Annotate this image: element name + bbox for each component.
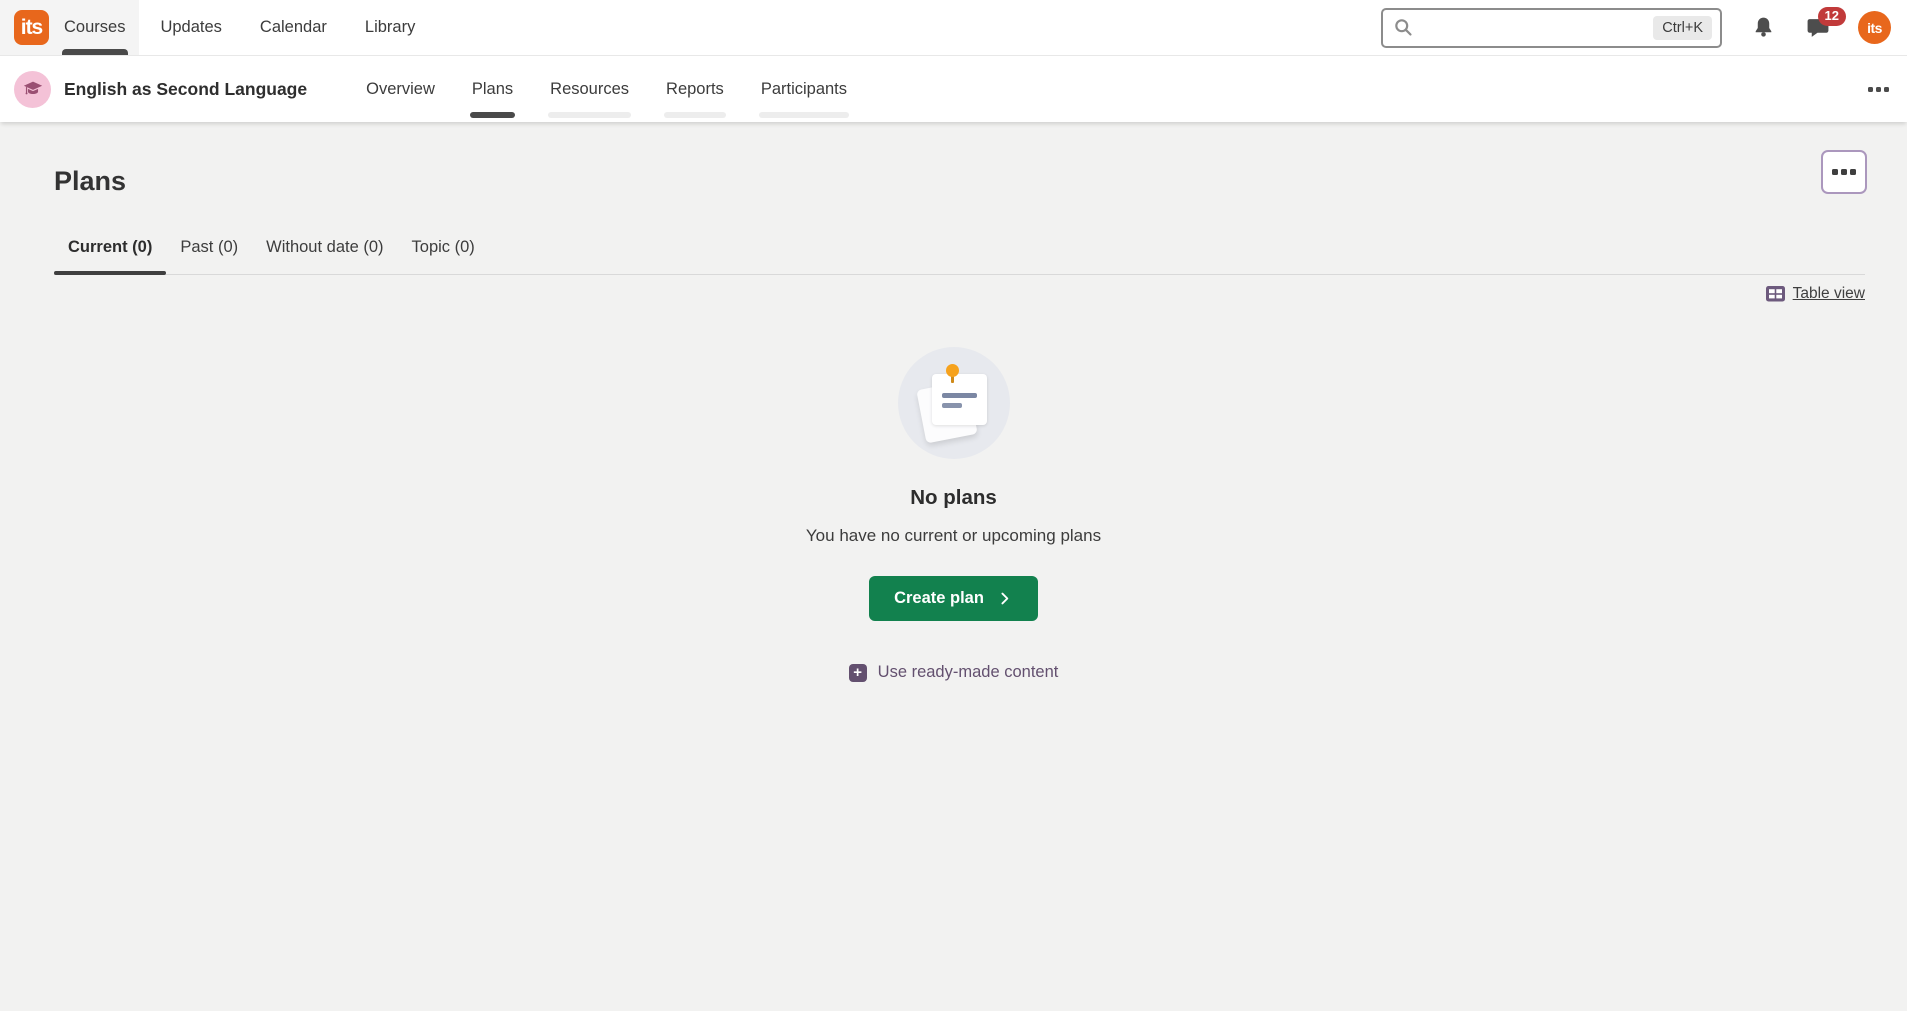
- graduation-cap-icon: [22, 78, 44, 100]
- tab-participants[interactable]: Participants: [759, 56, 849, 122]
- tab-plans-label: Plans: [472, 80, 513, 99]
- course-title: English as Second Language: [64, 79, 307, 100]
- tab-overview[interactable]: Overview: [364, 56, 437, 122]
- table-view-label: Table view: [1793, 285, 1865, 303]
- tab-participants-label: Participants: [761, 80, 847, 99]
- notifications-button[interactable]: [1751, 15, 1776, 40]
- course-header: English as Second Language Overview Plan…: [0, 55, 1907, 122]
- tab-current-label: Current (0): [68, 238, 152, 256]
- search-input[interactable]: [1422, 19, 1653, 37]
- create-plan-label: Create plan: [894, 589, 984, 608]
- tab-without-date-label: Without date (0): [266, 238, 383, 256]
- top-nav-calendar[interactable]: Calendar: [241, 0, 346, 55]
- page-title: Plans: [0, 122, 1907, 197]
- top-nav-library-label: Library: [365, 18, 415, 37]
- itslearning-logo[interactable]: its: [14, 10, 49, 45]
- tab-topic[interactable]: Topic (0): [398, 238, 489, 274]
- messages-button[interactable]: 12: [1805, 15, 1831, 40]
- user-avatar[interactable]: its: [1858, 11, 1891, 44]
- chevron-right-icon: [996, 590, 1013, 607]
- top-bar: its Courses Updates Calendar Library Ctr…: [0, 0, 1907, 55]
- logo-text: its: [21, 16, 43, 40]
- tab-current[interactable]: Current (0): [54, 238, 166, 274]
- empty-state-title: No plans: [910, 486, 997, 510]
- table-view-icon: [1766, 286, 1785, 302]
- messages-count-badge: 12: [1818, 7, 1846, 26]
- top-nav-calendar-label: Calendar: [260, 18, 327, 37]
- tab-overview-label: Overview: [366, 80, 435, 99]
- table-view-link[interactable]: Table view: [1766, 285, 1865, 303]
- search-icon: [1393, 17, 1414, 38]
- ellipsis-icon: [1868, 87, 1873, 92]
- tab-reports-label: Reports: [666, 80, 724, 99]
- ready-made-label: Use ready-made content: [878, 663, 1059, 682]
- top-nav-courses-label: Courses: [64, 18, 125, 37]
- tab-without-date[interactable]: Without date (0): [252, 238, 397, 274]
- top-nav-library[interactable]: Library: [346, 0, 434, 55]
- ellipsis-icon: [1832, 169, 1838, 175]
- sidebar-item-courses[interactable]: its Courses: [0, 0, 139, 55]
- top-nav: Updates Calendar Library: [141, 0, 434, 55]
- tab-reports[interactable]: Reports: [664, 56, 726, 122]
- plans-options-button[interactable]: [1821, 150, 1867, 194]
- tab-past-label: Past (0): [180, 238, 238, 256]
- plus-square-icon: +: [849, 664, 867, 682]
- tab-past[interactable]: Past (0): [166, 238, 252, 274]
- tab-topic-label: Topic (0): [412, 238, 475, 256]
- tab-resources-label: Resources: [550, 80, 629, 99]
- bell-icon: [1751, 15, 1776, 40]
- use-ready-made-content-link[interactable]: + Use ready-made content: [849, 663, 1059, 682]
- top-nav-updates[interactable]: Updates: [141, 0, 240, 55]
- course-avatar[interactable]: [14, 71, 51, 108]
- create-plan-button[interactable]: Create plan: [869, 576, 1038, 621]
- empty-state: No plans You have no current or upcoming…: [0, 347, 1907, 682]
- note-card-front: [932, 374, 987, 425]
- search-shortcut-badge: Ctrl+K: [1653, 16, 1712, 40]
- view-options-row: Table view: [0, 275, 1907, 303]
- avatar-text: its: [1867, 20, 1882, 36]
- tab-resources[interactable]: Resources: [548, 56, 631, 122]
- global-search[interactable]: Ctrl+K: [1381, 8, 1722, 48]
- course-tabs: Overview Plans Resources Reports Partici…: [331, 56, 849, 122]
- plans-page: Plans Current (0) Past (0) Without date …: [0, 122, 1907, 1011]
- empty-state-subtitle: You have no current or upcoming plans: [806, 526, 1101, 546]
- plan-filter-tabs: Current (0) Past (0) Without date (0) To…: [54, 238, 1865, 275]
- tab-plans[interactable]: Plans: [470, 56, 515, 122]
- no-plans-illustration: [898, 347, 1010, 459]
- course-overflow-menu-button[interactable]: [1864, 81, 1893, 98]
- top-nav-updates-label: Updates: [160, 18, 221, 37]
